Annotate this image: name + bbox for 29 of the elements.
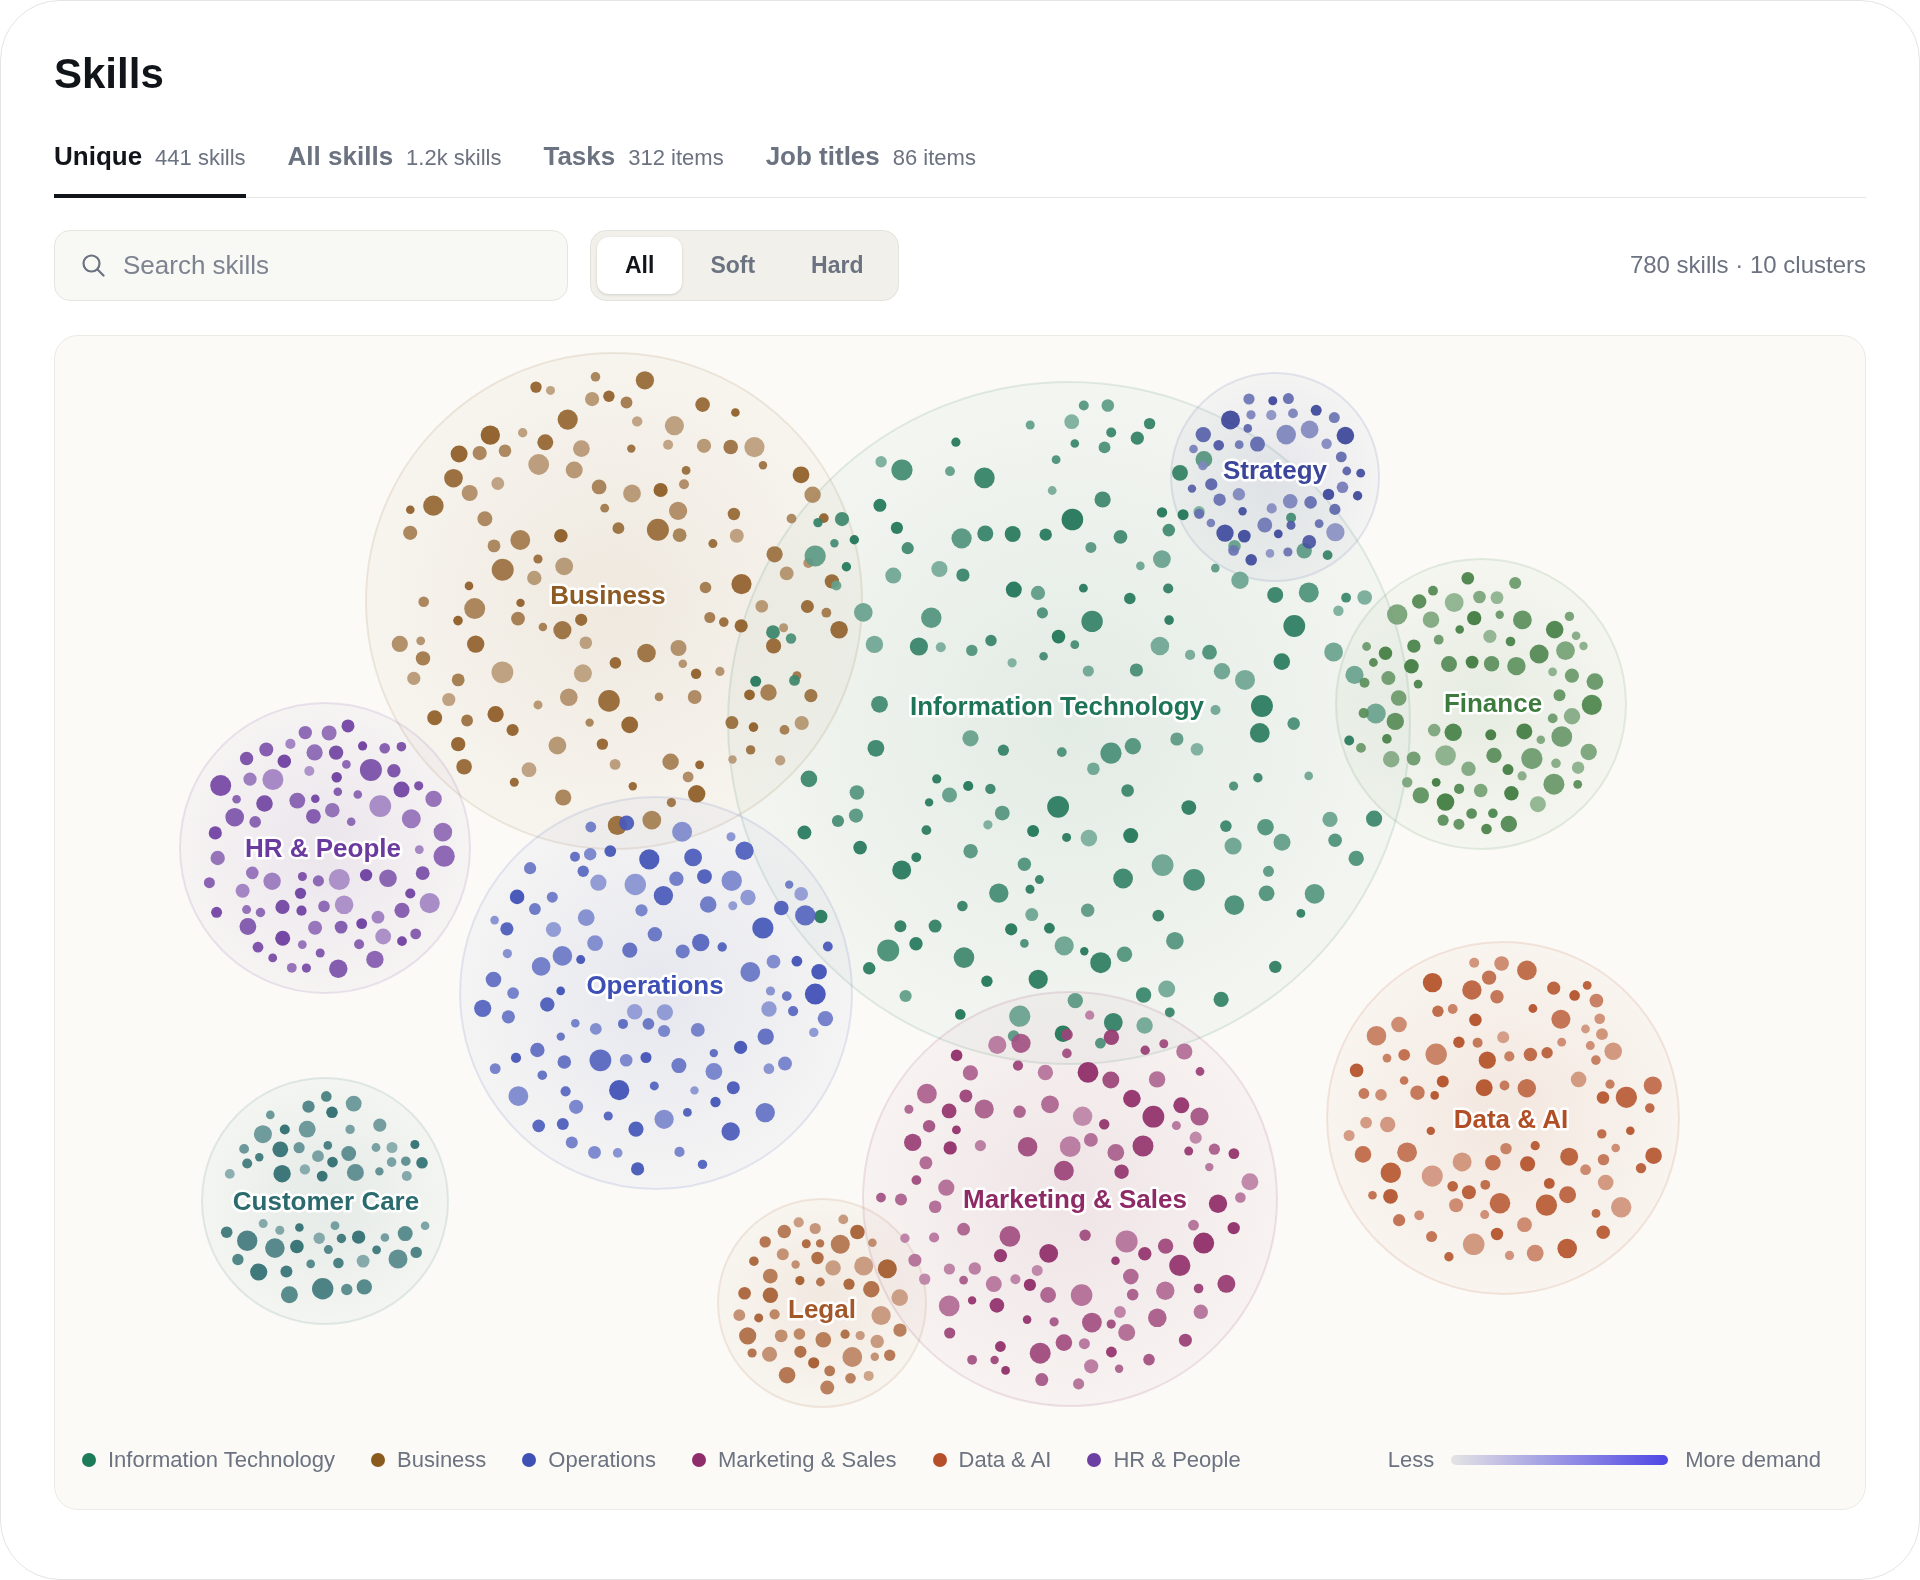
filter-segment[interactable]: Soft xyxy=(682,236,784,294)
filter-segment[interactable]: Hard xyxy=(783,236,892,294)
tab[interactable]: Tasks 312 items xyxy=(543,140,724,198)
legend-label: Business xyxy=(397,1446,487,1473)
legend-label: Marketing & Sales xyxy=(718,1446,897,1473)
page-title: Skills xyxy=(54,49,165,99)
cluster-label: HR & People xyxy=(245,832,401,863)
tab[interactable]: Job titles 86 items xyxy=(765,140,976,198)
legend-label: Information Technology xyxy=(108,1446,336,1473)
tab[interactable]: Unique 441 skills xyxy=(54,140,246,198)
legend-label: Data & AI xyxy=(958,1446,1052,1473)
cluster-label: Business xyxy=(550,579,666,610)
legend-label: HR & People xyxy=(1113,1446,1241,1473)
cluster-label: Legal xyxy=(788,1293,856,1324)
legend-label: Operations xyxy=(548,1446,656,1473)
skill-count-summary: 780 skills · 10 clusters xyxy=(1629,251,1866,279)
scale-high-label: More demand xyxy=(1685,1446,1821,1473)
cluster-label: Strategy xyxy=(1223,454,1327,485)
cluster-label: Data & AI xyxy=(1453,1103,1569,1134)
cluster-label: Marketing & Sales xyxy=(963,1183,1187,1214)
scale-low-label: Less xyxy=(1387,1446,1435,1473)
cluster-label: Finance xyxy=(1443,687,1543,718)
cluster-label: Customer Care xyxy=(232,1185,420,1216)
cluster-label: Information Technology xyxy=(909,690,1205,721)
search-field[interactable]: Search skills xyxy=(54,229,568,301)
cluster-label: Operations xyxy=(586,969,724,1000)
search-icon xyxy=(81,253,105,277)
filter-segment[interactable]: All xyxy=(597,236,683,294)
tab[interactable]: All skills 1.2k skills xyxy=(287,140,502,198)
